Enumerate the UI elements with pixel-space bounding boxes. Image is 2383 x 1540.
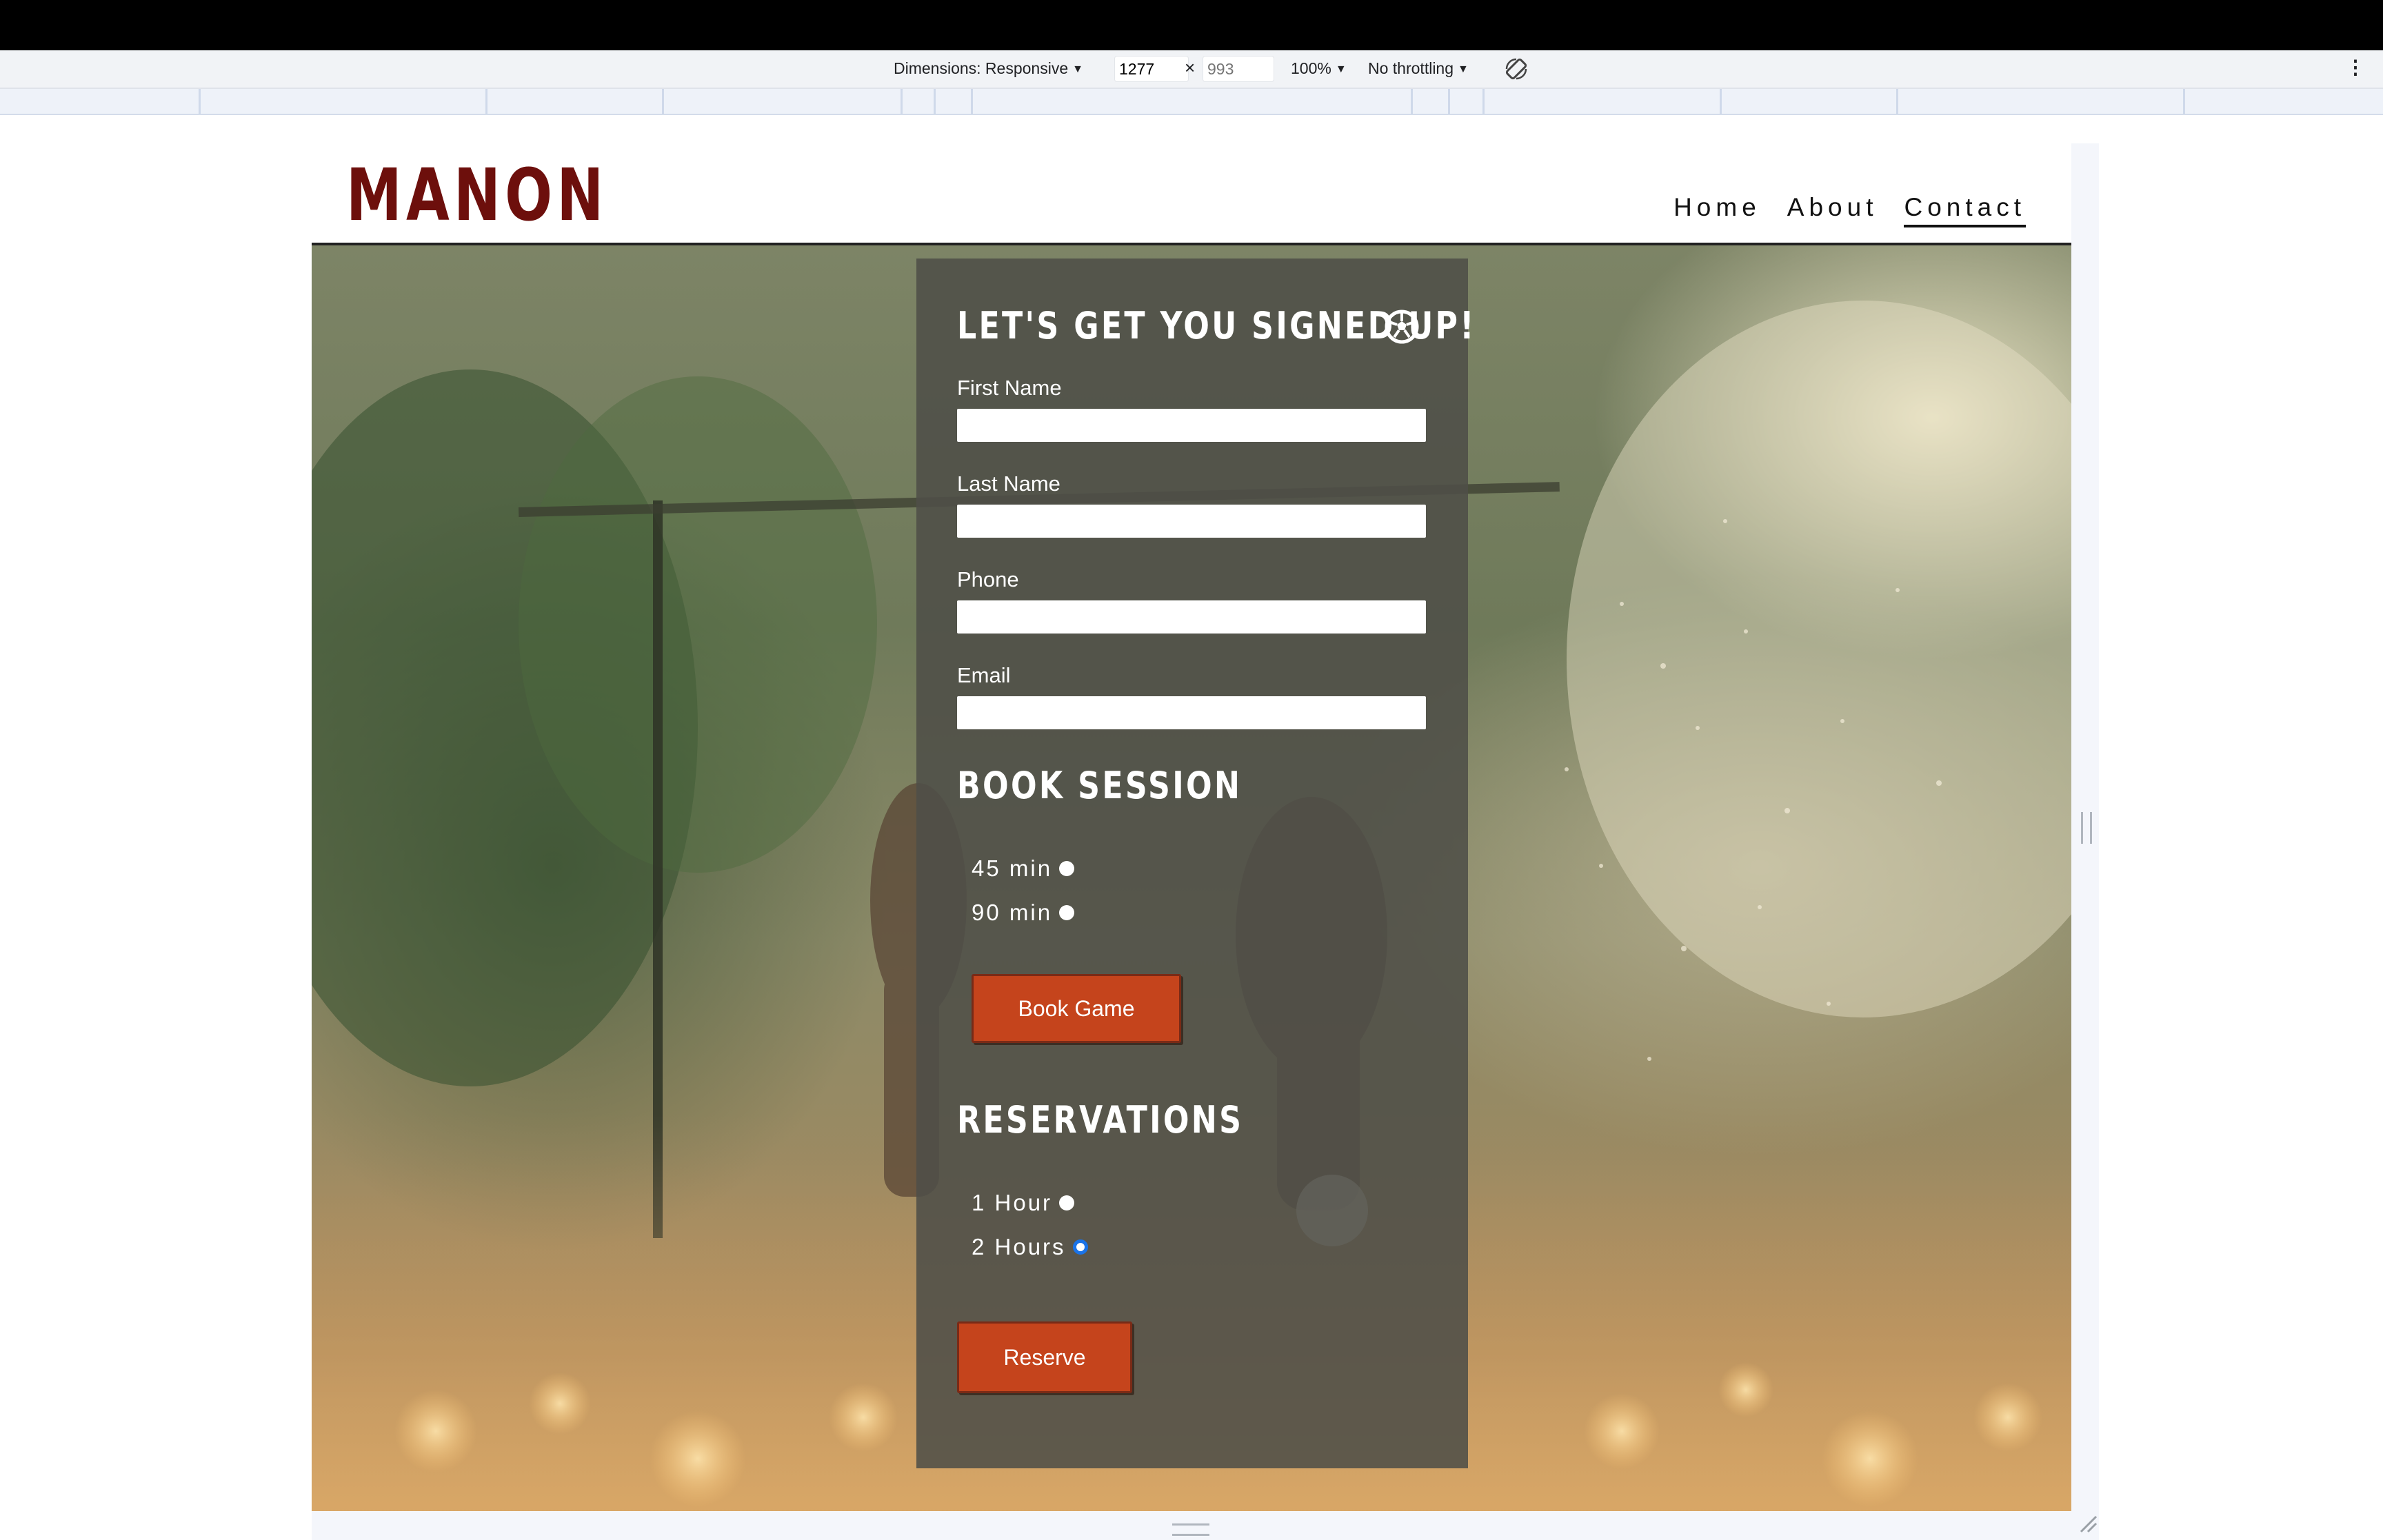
hero-section: LET'S GET YOU SIGNED UP! First Name Last… [312,245,2071,1511]
ruler-segment[interactable] [485,89,487,114]
ruler-segment[interactable] [1448,89,1450,114]
session-90-radio[interactable] [1059,905,1075,920]
throttling-label: No throttling [1368,59,1454,77]
resize-handle-bottom[interactable] [1172,1523,1209,1536]
site-logo[interactable]: MANON [346,153,607,237]
more-options-icon[interactable]: ⋮ [2346,56,2365,79]
rotate-icon[interactable] [1503,56,1529,82]
reservation-2-hours-option[interactable]: 2 Hours [972,1234,1088,1260]
soccer-ball-icon [1385,310,1419,344]
session-45-option[interactable]: 45 min [972,855,1075,882]
email-label: Email [957,663,1011,687]
height-input[interactable] [1203,56,1274,82]
ruler-segment[interactable] [199,89,201,114]
caret-down-icon: ▼ [1335,63,1347,75]
ruler-segment[interactable] [2183,89,2185,114]
ruler-segment[interactable] [934,89,936,114]
session-90-label: 90 min [972,900,1053,925]
ruler-segment[interactable] [1411,89,1413,114]
width-input[interactable] [1114,56,1189,82]
nav-home-link[interactable]: Home [1673,193,1761,227]
session-90-option[interactable]: 90 min [972,900,1075,926]
reservation-1-hour-option[interactable]: 1 Hour [972,1190,1075,1216]
resize-handle-right[interactable] [2081,812,2092,844]
dimensions-dropdown[interactable]: Dimensions: Responsive ▼ [894,59,1083,78]
last-name-input[interactable] [957,505,1426,538]
ruler-segment[interactable] [1482,89,1485,114]
reservation-1-hour-radio[interactable] [1059,1195,1075,1210]
caret-down-icon: ▼ [1458,63,1469,75]
session-45-radio[interactable] [1059,861,1075,876]
book-game-button[interactable]: Book Game [972,974,1181,1043]
device-toolbar: Dimensions: Responsive▼ × 100%▼ No throt… [0,50,2383,89]
session-45-label: 45 min [972,855,1053,881]
phone-input[interactable] [957,600,1426,634]
ruler-segment[interactable] [971,89,973,114]
nav-contact-link[interactable]: Contact [1904,193,2026,227]
ruler-segment[interactable] [662,89,664,114]
email-input[interactable] [957,696,1426,729]
web-page: MANON Home About Contact LET'S GET YOU S… [312,143,2071,1511]
ruler-segment[interactable] [901,89,903,114]
throttling-dropdown[interactable]: No throttling ▼ [1368,59,1469,78]
last-name-label: Last Name [957,472,1060,496]
zoom-dropdown[interactable]: 100% ▼ [1291,59,1347,78]
caret-down-icon: ▼ [1072,63,1083,75]
first-name-input[interactable] [957,409,1426,442]
media-query-ruler[interactable] [0,89,2383,115]
ruler-segment[interactable] [1896,89,1898,114]
reservations-heading: RESERVATIONS [957,1098,1244,1142]
reserve-button[interactable]: Reserve [957,1321,1132,1393]
book-session-heading: BOOK SESSION [957,764,1243,807]
first-name-label: First Name [957,376,1062,400]
times-sign: × [1185,57,1196,78]
reservation-2-hours-radio[interactable] [1072,1239,1088,1255]
ruler-segment[interactable] [1720,89,1722,114]
reservation-1-hour-label: 1 Hour [972,1190,1053,1215]
browser-top-bar [0,0,2383,50]
nav-about-link[interactable]: About [1787,193,1878,227]
dimensions-label: Dimensions: Responsive [894,59,1069,77]
main-nav: Home About Contact [1673,193,2026,227]
zoom-label: 100% [1291,59,1331,77]
phone-label: Phone [957,567,1019,591]
reservation-2-hours-label: 2 Hours [972,1234,1066,1259]
signup-form-panel: LET'S GET YOU SIGNED UP! First Name Last… [916,259,1474,1468]
resize-corner-icon[interactable] [2078,1514,2098,1533]
